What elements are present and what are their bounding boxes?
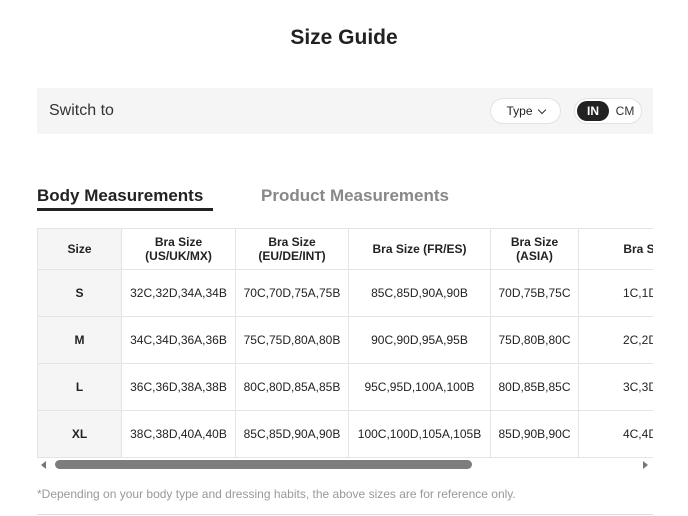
size-cell: L — [37, 363, 122, 411]
active-tab-indicator — [37, 208, 213, 211]
switch-bar: Switch to Type IN CM — [37, 88, 653, 134]
table-cell: 85C,85D,90A,90B — [235, 410, 349, 458]
unit-toggle: IN CM — [574, 98, 642, 124]
table-row: XL 38C,38D,40A,40B 85C,85D,90A,90B 100C,100… — [37, 410, 653, 458]
size-cell: S — [37, 269, 122, 317]
table-cell: 1C,1D,2A,2B — [578, 269, 653, 317]
table-cell: 75C,75D,80A,80B — [235, 316, 349, 364]
column-header: Bra Size (EU/DE/INT) — [235, 228, 349, 270]
table-cell: 100C,100D,105A,105B — [348, 410, 491, 458]
table-row: S 32C,32D,34A,34B 70C,70D,75A,75B 85C,85D,9… — [37, 269, 653, 317]
column-header: Bra Size (US/UK/MX) — [121, 228, 236, 270]
table-cell: 4C,4D,5A,5B — [578, 410, 653, 458]
tab-product-measurements[interactable]: Product Measurements — [261, 186, 449, 206]
table-cell: 70D,75B,75C — [490, 269, 579, 317]
table-cell: 34C,34D,36A,36B — [121, 316, 236, 364]
column-header: Bra Size (ASIA) — [490, 228, 579, 270]
column-header: Bra Size (IT) — [578, 228, 653, 270]
switch-label: Switch to — [49, 102, 114, 119]
table-cell: 32C,32D,34A,34B — [121, 269, 236, 317]
unit-in-button[interactable]: IN — [577, 101, 609, 121]
size-cell: M — [37, 316, 122, 364]
table-cell: 70C,70D,75A,75B — [235, 269, 349, 317]
horizontal-scrollbar[interactable] — [37, 459, 653, 471]
column-header: Size — [37, 228, 122, 270]
scrollbar-thumb[interactable] — [55, 460, 472, 469]
table-cell: 90C,90D,95A,95B — [348, 316, 491, 364]
size-table: Size Bra Size (US/UK/MX) Bra Size (EU/DE/I… — [37, 228, 653, 458]
table-cell: 80D,85B,85C — [490, 363, 579, 411]
table-cell: 36C,36D,38A,38B — [121, 363, 236, 411]
table-row: L 36C,36D,38A,38B 80C,80D,85A,85B 95C,95D,1… — [37, 363, 653, 411]
scroll-right-icon[interactable] — [643, 461, 648, 469]
table-row: M 34C,34D,36A,36B 75C,75D,80A,80B 90C,90D,9… — [37, 316, 653, 364]
table-cell: 75D,80B,80C — [490, 316, 579, 364]
table-cell: 3C,3D,4A,4B — [578, 363, 653, 411]
size-table-container: Size Bra Size (US/UK/MX) Bra Size (EU/DE/I… — [37, 228, 653, 458]
reference-note: *Depending on your body type and dressin… — [37, 487, 516, 501]
chevron-down-icon — [537, 105, 546, 114]
column-header: Bra Size (FR/ES) — [348, 228, 491, 270]
table-cell: 85C,85D,90A,90B — [348, 269, 491, 317]
type-dropdown[interactable]: Type — [490, 98, 561, 124]
table-cell: 95C,95D,100A,100B — [348, 363, 491, 411]
divider — [37, 514, 653, 515]
table-cell: 38C,38D,40A,40B — [121, 410, 236, 458]
type-dropdown-label: Type — [506, 104, 533, 118]
size-cell: XL — [37, 410, 122, 458]
table-cell: 2C,2D,3A,3B — [578, 316, 653, 364]
tab-body-measurements[interactable]: Body Measurements — [37, 186, 203, 206]
table-header-row: Size Bra Size (US/UK/MX) Bra Size (EU/DE/I… — [37, 228, 653, 270]
table-cell: 85D,90B,90C — [490, 410, 579, 458]
table-cell: 80C,80D,85A,85B — [235, 363, 349, 411]
scroll-left-icon[interactable] — [41, 461, 46, 469]
unit-cm-button[interactable]: CM — [611, 101, 639, 121]
page-title: Size Guide — [290, 26, 398, 49]
